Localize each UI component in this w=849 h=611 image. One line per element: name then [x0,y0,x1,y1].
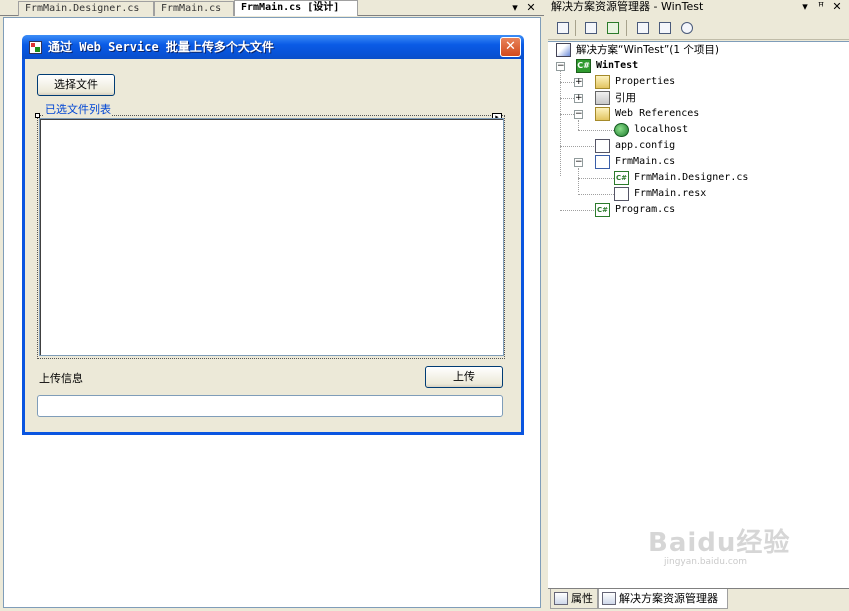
tab-label: 解决方案资源管理器 [619,592,718,605]
solution-explorer-icon [602,592,616,605]
collapse-icon[interactable]: − [574,110,583,119]
upload-button[interactable]: 上传 [425,366,503,388]
properties-icon [557,22,569,34]
form-client-area: 选择文件 ▸ 已选文件列表 上传信息 上传 [25,59,521,432]
tab-close-icon[interactable]: ✕ [524,0,538,16]
view-code-icon [637,22,649,34]
tree-item-label: Program.cs [615,204,676,215]
tool-window-tabs: 属性 解决方案资源管理器 [548,588,849,611]
select-files-button[interactable]: 选择文件 [37,74,115,96]
globe-icon [614,123,629,137]
refresh-icon [607,22,619,34]
show-all-files-icon [585,22,597,34]
references-icon [595,91,610,105]
view-designer-button[interactable] [656,19,673,36]
tree-item-label: WinTest [596,60,639,71]
web-references-folder-icon [595,107,610,121]
tree-guide [578,194,614,195]
tree-item-label: 解决方案“WinTest”(1 个项目) [576,44,719,56]
tree-guide [578,120,579,130]
tab-frmmain-cs[interactable]: FrmMain.cs [154,1,234,16]
show-all-files-button[interactable] [582,19,599,36]
tree-item-label: FrmMain.cs [615,156,676,167]
solution-explorer-toolbar [548,16,849,40]
pin-icon[interactable]: ꟸ [814,0,828,15]
cs-file-icon: C# [595,203,610,217]
solution-explorer-title: 解决方案资源管理器 - WinTest [551,0,704,13]
tab-list-dropdown-icon[interactable]: ▾ [508,0,522,16]
selected-files-listbox[interactable] [39,118,504,356]
tab-properties[interactable]: 属性 [550,589,598,609]
view-code-button[interactable] [634,19,651,36]
tab-solution-explorer[interactable]: 解决方案资源管理器 [598,589,728,609]
panel-dropdown-icon[interactable]: ▾ [798,0,812,15]
form-file-icon [595,155,610,169]
tree-guide [578,130,614,131]
tree-guide [578,168,579,192]
expand-icon[interactable]: + [574,94,583,103]
form-close-button[interactable]: ✕ [500,37,521,57]
properties-toolbar-button[interactable] [554,19,571,36]
properties-folder-icon [595,75,610,89]
resx-file-icon [614,187,629,201]
tree-item-label: localhost [634,124,689,135]
properties-window-icon [554,592,568,605]
expand-icon[interactable]: + [574,78,583,87]
config-file-icon [595,139,610,153]
solution-tree: 解决方案“WinTest”(1 个项目) − C# WinTest + Prop… [548,41,849,588]
tree-guide [560,68,561,176]
baidu-watermark: Baidu经验 [648,528,791,558]
toolbar-separator [575,20,576,36]
upload-info-label: 上传信息 [39,372,83,385]
panel-close-icon[interactable]: ✕ [830,0,844,15]
tree-item-label: Web References [615,108,700,119]
toolbar-separator [626,20,627,36]
solution-explorer-panel: 解决方案资源管理器 - WinTest ▾ ꟸ ✕ 解决方案“WinTest”(… [548,0,849,611]
tree-item-label: Properties [615,76,676,87]
form-title: 通过 Web Service 批量上传多个大文件 [48,40,274,54]
tree-guide [560,146,596,147]
tree-item-label: app.config [615,140,676,151]
document-area: FrmMain.Designer.cs FrmMain.cs FrmMain.c… [0,0,544,611]
tab-frmmain-designer-cs[interactable]: FrmMain.Designer.cs [18,1,154,16]
form-app-icon [29,41,42,54]
tree-guide [578,178,614,179]
view-designer-icon [659,22,671,34]
class-diagram-button[interactable] [678,19,695,36]
tab-frmmain-design[interactable]: FrmMain.cs [设计] [234,0,358,16]
design-surface[interactable]: 通过 Web Service 批量上传多个大文件 ✕ 选择文件 ▸ 已选文件列表… [3,17,541,608]
tree-item-label: FrmMain.resx [634,188,707,199]
document-tab-strip: FrmMain.Designer.cs FrmMain.cs FrmMain.c… [0,0,544,16]
tree-guide [560,210,596,211]
solution-icon [556,43,571,57]
tree-item-label: 引用 [615,92,636,104]
collapse-icon[interactable]: − [556,62,565,71]
file-list-caption: 已选文件列表 [44,101,112,117]
collapse-icon[interactable]: − [574,158,583,167]
solution-explorer-titlebar[interactable]: 解决方案资源管理器 - WinTest ▾ ꟸ ✕ [548,0,849,15]
baidu-watermark-url: jingyan.baidu.com [664,557,748,567]
tree-item-label: FrmMain.Designer.cs [634,172,749,183]
form-titlebar[interactable]: 通过 Web Service 批量上传多个大文件 ✕ [22,35,524,59]
csharp-project-icon: C# [576,59,591,73]
refresh-button[interactable] [604,19,621,36]
cs-file-icon: C# [614,171,629,185]
class-diagram-icon [681,22,693,34]
upload-info-textbox[interactable] [37,395,503,417]
tab-label: 属性 [571,592,593,605]
form-window[interactable]: 通过 Web Service 批量上传多个大文件 ✕ 选择文件 ▸ 已选文件列表… [22,35,524,435]
